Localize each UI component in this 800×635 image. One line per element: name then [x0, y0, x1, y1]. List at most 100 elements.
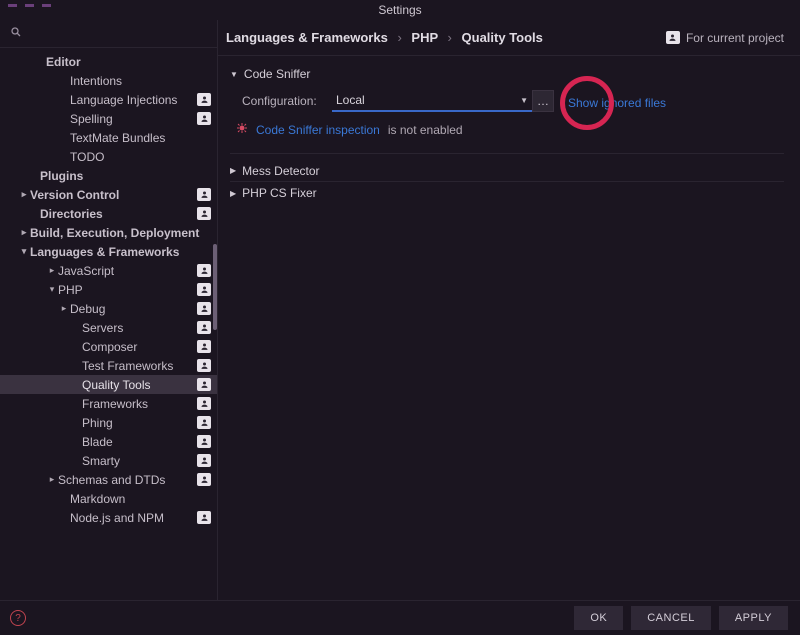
chevron-right-icon: ▶	[230, 166, 236, 175]
sidebar-item-markdown[interactable]: Markdown	[0, 489, 217, 508]
sidebar-item-label: Build, Execution, Deployment	[30, 226, 211, 240]
breadcrumb-part[interactable]: Languages & Frameworks	[226, 30, 388, 45]
sidebar-item-build-execution-deployment[interactable]: ▸Build, Execution, Deployment	[0, 223, 217, 242]
project-scope-label: For current project	[686, 31, 784, 45]
sidebar-item-test-frameworks[interactable]: Test Frameworks	[0, 356, 217, 375]
inspection-status-text: is not enabled	[388, 123, 463, 137]
section-head-php-cs-fixer[interactable]: ▶ PHP CS Fixer	[230, 182, 784, 204]
sidebar-item-plugins[interactable]: Plugins	[0, 166, 217, 185]
sidebar-item-todo[interactable]: TODO	[0, 147, 217, 166]
sidebar-item-label: Quality Tools	[82, 378, 197, 392]
settings-header: Languages & Frameworks › PHP › Quality T…	[218, 20, 800, 56]
sidebar-item-frameworks[interactable]: Frameworks	[0, 394, 217, 413]
configuration-select[interactable]: Local ▼	[332, 90, 532, 112]
project-scope-icon	[197, 93, 211, 106]
tree-arrow-icon: ▸	[58, 303, 70, 314]
section-head-mess-detector[interactable]: ▶ Mess Detector	[230, 160, 784, 182]
sidebar-item-label: Schemas and DTDs	[58, 473, 197, 487]
bug-icon	[236, 122, 248, 137]
settings-panel: ▼ Code Sniffer Configuration: Local ▼ … …	[218, 56, 800, 212]
sidebar-item-language-injections[interactable]: Language Injections	[0, 90, 217, 109]
sidebar-item-blade[interactable]: Blade	[0, 432, 217, 451]
sidebar-item-debug[interactable]: ▸Debug	[0, 299, 217, 318]
search-row	[0, 20, 217, 48]
tree-arrow-icon: ▸	[18, 189, 30, 200]
sidebar-item-quality-tools[interactable]: Quality Tools	[0, 375, 217, 394]
sidebar-item-label: Node.js and NPM	[70, 511, 197, 525]
tree-arrow-icon: ▸	[18, 227, 30, 238]
configuration-row: Configuration: Local ▼ … Show ignored fi…	[242, 90, 784, 112]
tree-arrow-icon: ▸	[46, 474, 58, 485]
sidebar-item-phing[interactable]: Phing	[0, 413, 217, 432]
sidebar-item-label: Editor	[46, 55, 211, 69]
sidebar-item-spelling[interactable]: Spelling	[0, 109, 217, 128]
sidebar-item-composer[interactable]: Composer	[0, 337, 217, 356]
configuration-more-button[interactable]: …	[532, 90, 554, 112]
window-menu-dots[interactable]	[8, 4, 51, 7]
sidebar-item-label: Plugins	[40, 169, 211, 183]
show-ignored-files-link[interactable]: Show ignored files	[568, 92, 666, 110]
project-scope-icon	[197, 188, 211, 201]
sidebar-item-php[interactable]: ▾PHP	[0, 280, 217, 299]
sidebar-item-intentions[interactable]: Intentions	[0, 71, 217, 90]
dialog-footer: ? OK CANCEL APPLY	[0, 600, 800, 635]
chevron-down-icon: ▼	[230, 70, 238, 79]
project-scope-icon	[197, 378, 211, 391]
sidebar-item-label: Directories	[40, 207, 197, 221]
sidebar-item-label: TextMate Bundles	[70, 131, 211, 145]
sidebar-item-editor[interactable]: Editor	[0, 52, 217, 71]
project-scope-icon	[197, 473, 211, 486]
sidebar-item-label: Markdown	[70, 492, 211, 506]
project-scope-icon	[197, 454, 211, 467]
code-sniffer-inspection-link[interactable]: Code Sniffer inspection	[256, 123, 380, 137]
settings-main: Languages & Frameworks › PHP › Quality T…	[218, 20, 800, 600]
project-scope-icon	[197, 511, 211, 524]
project-scope-icon	[197, 302, 211, 315]
section-title: Code Sniffer	[244, 67, 311, 81]
sidebar-item-label: Blade	[82, 435, 197, 449]
section-head-code-sniffer[interactable]: ▼ Code Sniffer	[230, 64, 784, 84]
sidebar-item-servers[interactable]: Servers	[0, 318, 217, 337]
sidebar-item-label: Intentions	[70, 74, 211, 88]
project-scope-icon	[197, 359, 211, 372]
tree-arrow-icon: ▾	[46, 284, 58, 295]
breadcrumb: Languages & Frameworks › PHP › Quality T…	[226, 30, 666, 45]
sidebar-item-javascript[interactable]: ▸JavaScript	[0, 261, 217, 280]
project-scope-icon	[197, 283, 211, 296]
configuration-value: Local	[336, 93, 365, 107]
cancel-button[interactable]: CANCEL	[631, 606, 711, 630]
ok-button[interactable]: OK	[574, 606, 623, 630]
help-button[interactable]: ?	[10, 610, 26, 626]
search-icon[interactable]	[10, 26, 22, 41]
sidebar-item-textmate-bundles[interactable]: TextMate Bundles	[0, 128, 217, 147]
sidebar-item-label: TODO	[70, 150, 211, 164]
settings-sidebar: Editor Intentions Language Injections Spell…	[0, 20, 218, 600]
apply-button[interactable]: APPLY	[719, 606, 788, 630]
sidebar-item-directories[interactable]: Directories	[0, 204, 217, 223]
sidebar-item-label: Test Frameworks	[82, 359, 197, 373]
sidebar-item-label: Servers	[82, 321, 197, 335]
chevron-right-icon: ▶	[230, 189, 236, 198]
breadcrumb-part: Quality Tools	[462, 30, 543, 45]
scrollbar-thumb[interactable]	[213, 244, 217, 330]
sidebar-item-label: Languages & Frameworks	[30, 245, 211, 259]
sidebar-item-node-js-and-npm[interactable]: Node.js and NPM	[0, 508, 217, 527]
section-title: Mess Detector	[242, 164, 319, 178]
settings-tree[interactable]: Editor Intentions Language Injections Spell…	[0, 48, 217, 600]
sidebar-item-label: Phing	[82, 416, 197, 430]
sidebar-item-label: Language Injections	[70, 93, 197, 107]
sidebar-item-languages-frameworks[interactable]: ▾Languages & Frameworks	[0, 242, 217, 261]
project-scope: For current project	[666, 31, 784, 45]
breadcrumb-part[interactable]: PHP	[411, 30, 438, 45]
chevron-right-icon: ›	[397, 30, 401, 45]
sidebar-item-label: JavaScript	[58, 264, 197, 278]
sidebar-item-label: Smarty	[82, 454, 197, 468]
sidebar-item-label: Frameworks	[82, 397, 197, 411]
sidebar-item-version-control[interactable]: ▸Version Control	[0, 185, 217, 204]
sidebar-item-schemas-and-dtds[interactable]: ▸Schemas and DTDs	[0, 470, 217, 489]
project-scope-icon	[197, 112, 211, 125]
project-scope-icon	[197, 397, 211, 410]
inspection-row: Code Sniffer inspection is not enabled	[236, 122, 784, 137]
project-scope-icon	[197, 321, 211, 334]
sidebar-item-smarty[interactable]: Smarty	[0, 451, 217, 470]
